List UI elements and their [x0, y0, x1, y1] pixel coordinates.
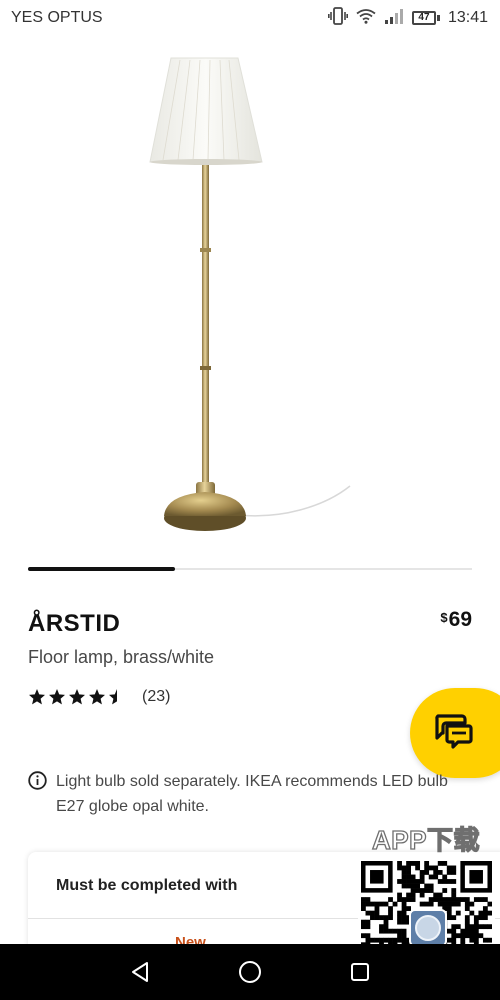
app-download-watermark: APP下载	[371, 824, 480, 855]
product-image-gallery[interactable]	[0, 40, 500, 550]
chat-button[interactable]	[410, 688, 500, 778]
bulb-info-note: Light bulb sold separately. IKEA recomme…	[28, 769, 458, 819]
product-rating[interactable]: (23)	[28, 688, 170, 706]
home-icon[interactable]	[236, 958, 264, 986]
back-icon[interactable]	[126, 958, 154, 986]
qr-logo	[409, 909, 447, 947]
star-icon	[89, 689, 105, 705]
price-currency: $	[440, 610, 448, 625]
gallery-progress	[28, 567, 472, 571]
star-icon	[109, 689, 117, 705]
clock: 13:41	[447, 9, 488, 26]
product-description: Floor lamp, brass/white	[28, 647, 215, 667]
rating-stars	[28, 688, 126, 706]
info-text: Light bulb sold separately. IKEA recomme…	[56, 773, 448, 815]
product-name: ÅRSTID	[28, 610, 121, 637]
carrier-name: YES OPTUS	[11, 9, 103, 26]
battery-level: 47	[411, 11, 436, 25]
vibrate-icon	[327, 6, 348, 30]
chat-icon	[434, 713, 474, 754]
star-icon	[49, 689, 65, 705]
signal-icon	[384, 8, 404, 29]
review-count: (23)	[142, 688, 171, 705]
status-bar: YES OPTUS 47 13:41	[0, 0, 500, 36]
system-navigation-bar	[0, 944, 500, 1000]
card-title: Must be completed with	[56, 877, 238, 894]
battery-icon: 47	[411, 11, 440, 25]
star-icon	[29, 689, 45, 705]
status-icons: 47 13:41	[327, 6, 488, 30]
product-price: $ 69	[440, 608, 472, 632]
floor-lamp-image	[149, 57, 351, 531]
gallery-progress-fill	[28, 567, 175, 571]
wifi-icon	[356, 8, 376, 29]
star-icon	[69, 689, 85, 705]
info-icon	[28, 771, 47, 819]
recents-icon[interactable]	[346, 958, 374, 986]
price-value: 69	[448, 608, 472, 631]
